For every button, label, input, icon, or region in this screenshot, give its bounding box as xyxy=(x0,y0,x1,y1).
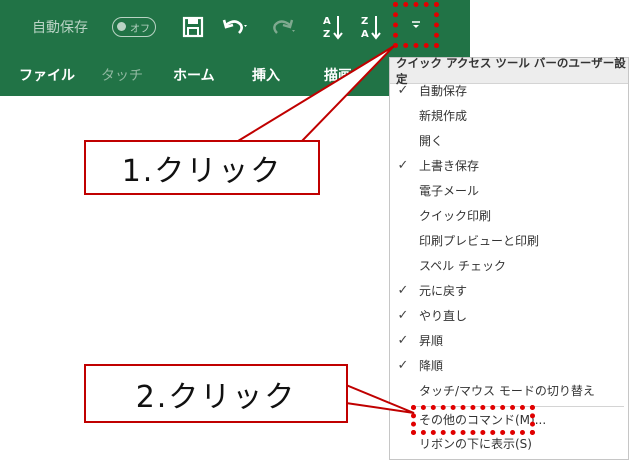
callout-step-1: 1.クリック xyxy=(84,140,320,195)
callout-step-2: 2.クリック xyxy=(84,364,348,423)
callout-2-pointer xyxy=(345,383,415,414)
callout-1-pointer xyxy=(234,45,395,142)
